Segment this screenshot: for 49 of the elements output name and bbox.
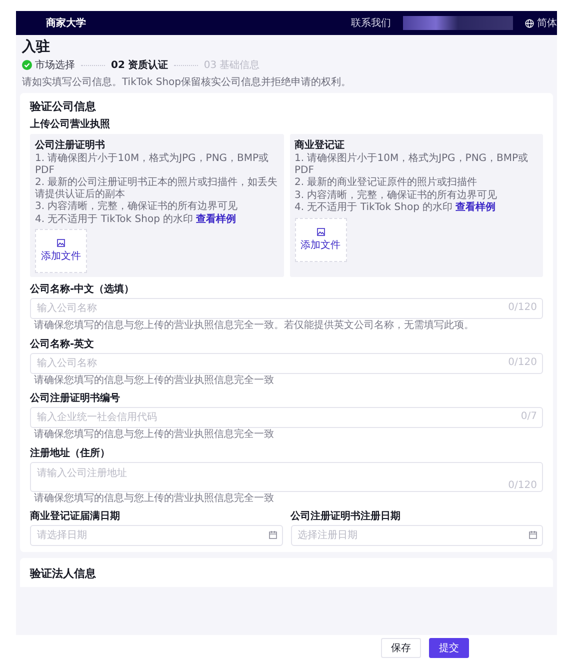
field-label: 商业登记证届满日期 [30,509,121,523]
page-title: 入驻 [22,38,51,56]
add-file-button[interactable]: 添加文件 [294,218,346,262]
field-hint: 请确保您填写的信息与您上传的营业执照信息完全一致 [34,429,275,440]
section-subtitle: 上传公司营业执照 [30,118,111,131]
image-icon [57,239,65,247]
character-counter: 0/120 [508,302,537,313]
add-file-button[interactable]: 添加文件 [35,229,87,273]
step-label: 市场选择 [22,58,75,72]
card-title: 验证法人信息 [30,566,97,581]
date-field[interactable]: 选择注册日期 [290,525,543,546]
sample-link[interactable]: 查看样例 [456,202,496,213]
character-counter: 0/120 [508,356,537,368]
notice-text: 请如实填写公司信息。TikTok Shop保留核实公司信息并拒绝申请的权利。 [22,76,352,89]
card-title: 验证公司信息 [30,99,97,114]
save-button[interactable]: 保存 [381,638,421,658]
panel-title: 商业登记证 [294,138,346,152]
field-hint: 请确保您填写的信息与您上传的营业执照信息完全一致。若仅能提供英文公司名称，无需填写此项。 [34,320,475,332]
sample-link[interactable]: 查看样例 [196,214,236,224]
field-hint: 请确保您填写的信息与您上传的营业执照信息完全一致 [34,492,275,504]
contact-link[interactable]: 联系我们 [351,16,391,30]
field-label: 公司名称-中文（选填） [30,282,136,296]
requirement-text: 3. 内容清晰，完整，确保证书的所有边界可见 [294,190,498,201]
requirement-text: 4. 无不适用于 TikTok Shop 的水印 查看样例 [35,214,238,225]
field-label: 公司注册证明书注册日期 [290,509,402,523]
submit-button[interactable]: 提交 [429,638,469,658]
calendar-icon [268,531,276,539]
requirement-text: 4. 无不适用于 TikTok Shop 的水印 查看样例 [294,202,497,214]
character-counter: 0/120 [508,480,537,490]
image-icon [316,228,324,236]
requirement-text: 2. 最新的公司注册证明书正本的照片或扫描件，如丢失请提供认证后的副本 [35,177,278,200]
step-label: 03 基础信息 [204,58,260,72]
brand-name[interactable]: 商家大学 [46,16,339,30]
requirement-text: 2. 最新的商业登记证原件的照片或扫描件 [294,177,478,188]
requirement-text: 1. 请确保图片小于10M，格式为JPG，PNG，BMP或PDF [35,153,270,176]
language-selector[interactable]: 简体 [525,16,557,30]
date-field[interactable]: 请选择日期 [30,525,282,546]
field-label: 注册地址（住所） [30,446,111,460]
character-counter: 0/7 [520,411,537,422]
step-label: 02 资质认证 [111,58,168,72]
requirement-text: 3. 内容清晰，完整，确保证书的所有边界可见 [35,201,239,212]
field-label: 公司名称-英文 [30,338,96,350]
field-label: 公司注册证明书编号 [30,391,121,405]
panel-title: 公司注册证明书 [35,138,106,152]
check-circle-icon [22,60,32,70]
calendar-icon [529,531,537,539]
field-hint: 请确保您填写的信息与您上传的营业执照信息完全一致 [34,374,275,386]
globe-icon [525,18,534,28]
requirement-text: 1. 请确保图片小于10M，格式为JPG，PNG，BMP或PDF [294,153,530,176]
